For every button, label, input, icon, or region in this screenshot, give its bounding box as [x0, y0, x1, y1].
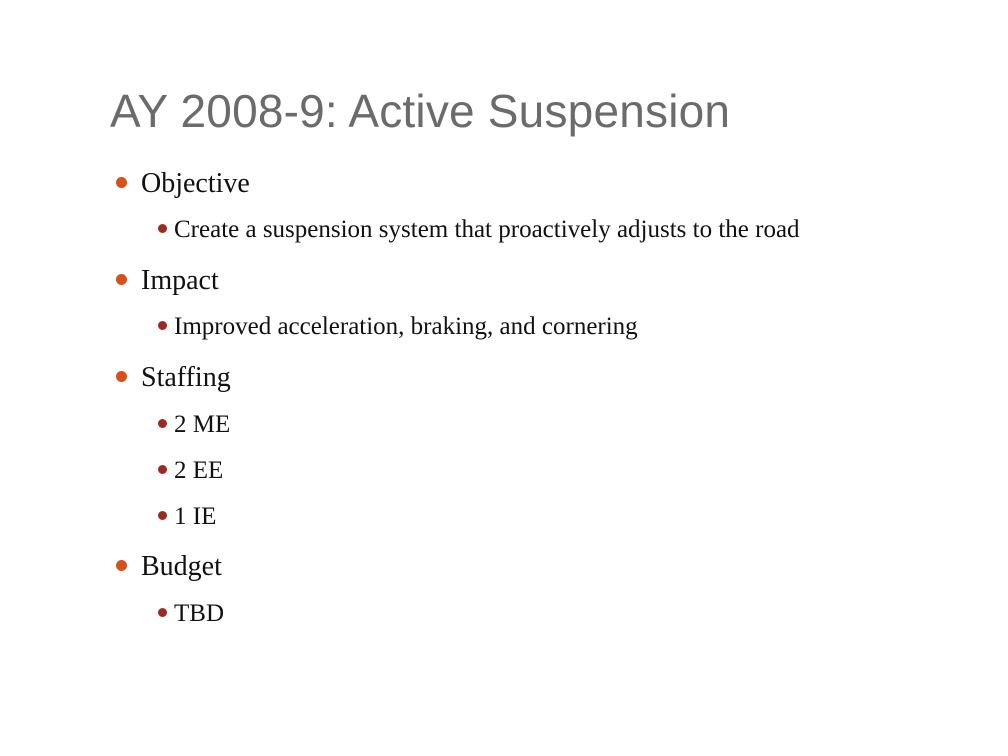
sub-bullet-label: 2 EE — [174, 457, 224, 484]
slide-title: AY 2008-9: Active Suspension — [110, 85, 731, 137]
bullet-label: Budget — [141, 551, 222, 582]
bullet-budget: Budget — [116, 551, 222, 583]
sub-bullet-label: Create a suspension system that proactiv… — [174, 216, 800, 243]
sub-bullet-staffing-ee: 2 EE — [158, 457, 223, 485]
bullet-staffing: Staffing — [116, 362, 231, 394]
bullet-label: Objective — [141, 168, 250, 199]
sub-bullet-budget-tbd: TBD — [158, 600, 224, 628]
sub-bullet-icon — [158, 607, 167, 617]
bullet-icon — [116, 274, 127, 286]
sub-bullet-impact-description: Improved acceleration, braking, and corn… — [158, 313, 638, 341]
bullet-label: Impact — [141, 265, 219, 296]
sub-bullet-label: Improved acceleration, braking, and corn… — [174, 313, 638, 340]
sub-bullet-staffing-ie: 1 IE — [158, 503, 216, 531]
sub-bullet-label: 1 IE — [174, 503, 217, 530]
sub-bullet-icon — [158, 418, 167, 428]
sub-bullet-objective-description: Create a suspension system that proactiv… — [158, 216, 800, 244]
sub-bullet-icon — [158, 223, 167, 233]
bullet-objective: Objective — [116, 168, 250, 200]
sub-bullet-label: 2 ME — [174, 411, 231, 438]
sub-bullet-staffing-me: 2 ME — [158, 411, 230, 439]
bullet-label: Staffing — [141, 362, 231, 393]
bullet-impact: Impact — [116, 265, 219, 297]
sub-bullet-icon — [158, 320, 167, 330]
sub-bullet-label: TBD — [174, 600, 224, 627]
bullet-icon — [116, 560, 127, 572]
sub-bullet-icon — [158, 510, 167, 520]
bullet-icon — [116, 371, 127, 383]
sub-bullet-icon — [158, 464, 167, 474]
bullet-icon — [116, 177, 127, 189]
